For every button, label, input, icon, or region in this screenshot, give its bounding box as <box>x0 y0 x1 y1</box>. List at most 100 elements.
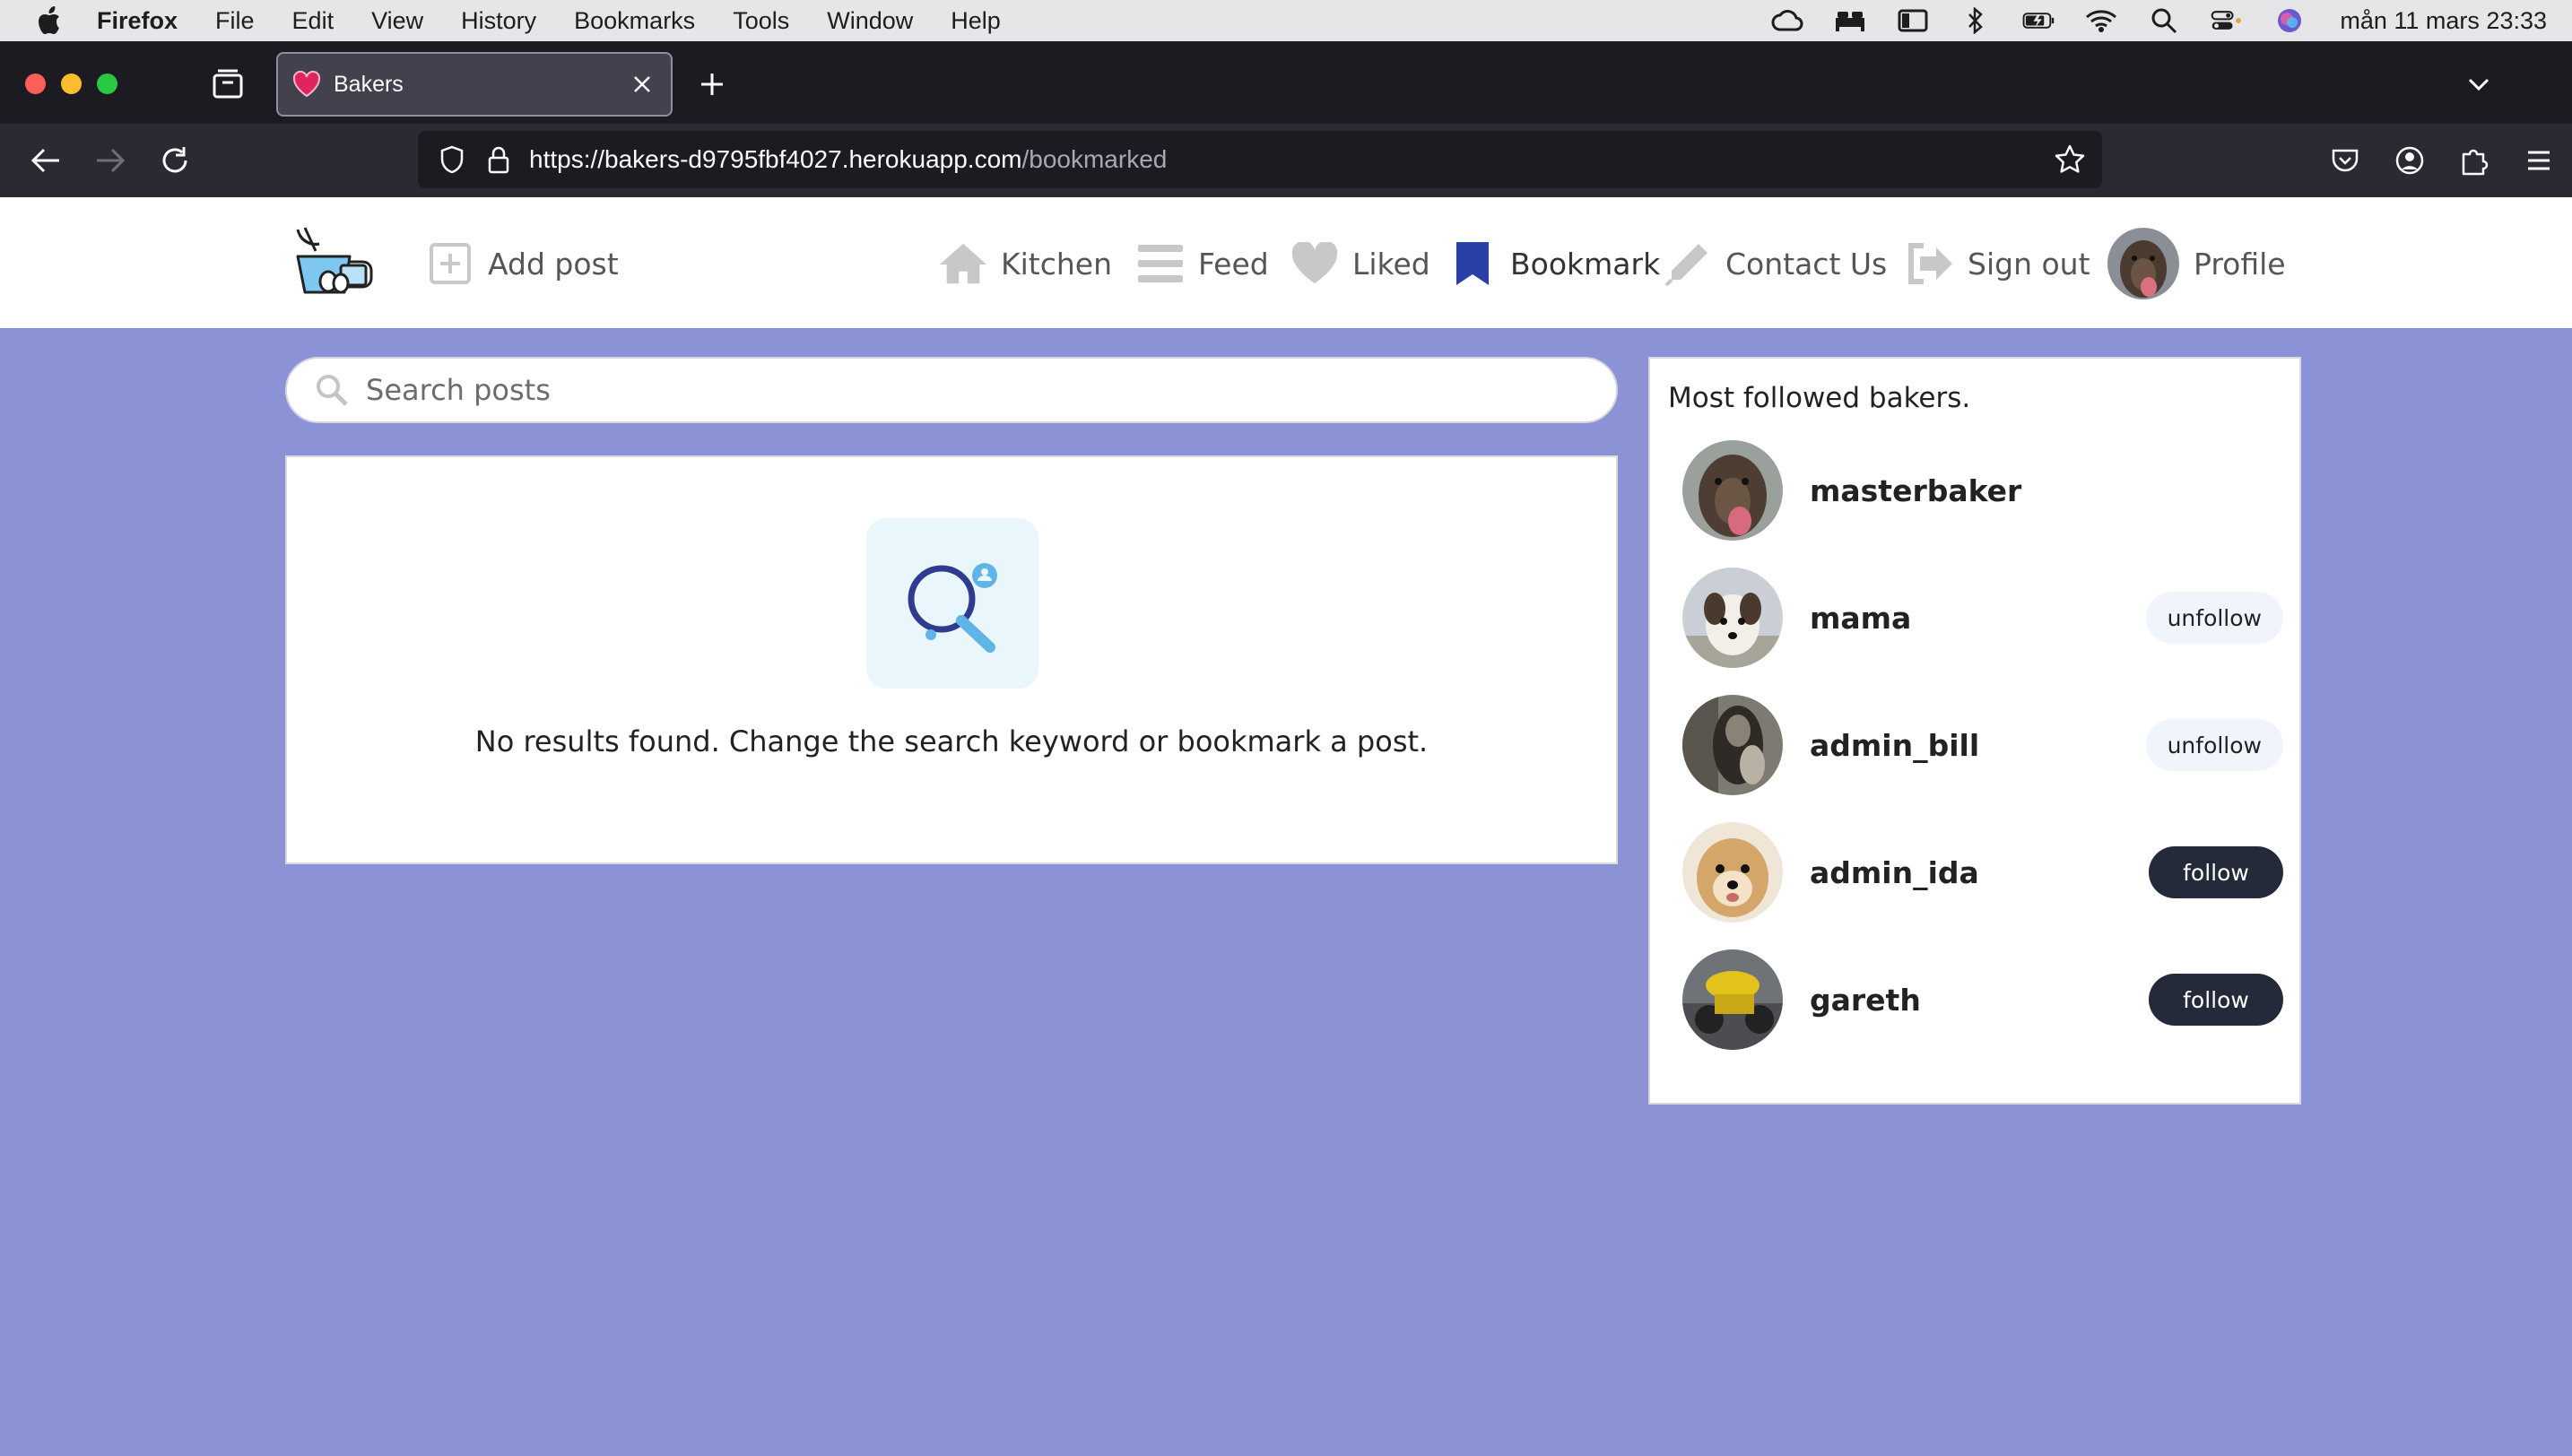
browser-toolbar: https://bakers-d9795fbf4027.herokuapp.co… <box>0 124 2572 197</box>
close-window-button[interactable] <box>25 74 46 94</box>
most-followed-sidebar: Most followed bakers. masterbaker mama u… <box>1648 357 2301 1105</box>
minimize-window-button[interactable] <box>61 74 82 94</box>
bookmark-star-icon[interactable] <box>2054 143 2086 176</box>
creative-cloud-icon[interactable] <box>1771 7 1803 34</box>
baker-item: masterbaker <box>1682 439 2283 542</box>
close-tab-icon[interactable] <box>626 68 658 100</box>
unfollow-button[interactable]: unfollow <box>2145 719 2283 771</box>
baker-item: admin_ida follow <box>1682 821 2283 923</box>
nav-contact-us[interactable]: Contact Us <box>1663 238 1887 289</box>
nav-feed-label: Feed <box>1198 246 1269 282</box>
nav-liked-label: Liked <box>1352 246 1430 282</box>
baker-name[interactable]: admin_ida <box>1810 855 1979 890</box>
new-tab-icon[interactable] <box>694 66 730 102</box>
nav-sign-out[interactable]: Sign out <box>1905 238 2090 289</box>
results-panel: No results found. Change the search keyw… <box>285 455 1618 864</box>
baker-avatar[interactable] <box>1682 949 1783 1050</box>
nav-kitchen[interactable]: Kitchen <box>938 238 1112 289</box>
baker-item: admin_bill unfollow <box>1682 694 2283 796</box>
unfollow-button[interactable]: unfollow <box>2145 592 2283 644</box>
nav-add-post[interactable]: Add post <box>425 238 619 289</box>
menu-window[interactable]: Window <box>827 7 913 35</box>
battery-icon[interactable] <box>2022 7 2055 34</box>
nav-bookmark[interactable]: Bookmark <box>1447 238 1660 289</box>
hamburger-menu-icon[interactable] <box>2518 140 2559 181</box>
sidebar-title: Most followed bakers. <box>1668 382 1971 414</box>
control-center-icon[interactable] <box>2211 7 2243 34</box>
baker-name[interactable]: mama <box>1810 601 1911 636</box>
account-icon[interactable] <box>2389 140 2430 181</box>
firefox-view-icon[interactable] <box>210 68 246 100</box>
macos-menu-bar: Firefox File Edit View History Bookmarks… <box>0 0 2572 41</box>
no-results-message: No results found. Change the search keyw… <box>474 724 1429 758</box>
site-navbar: Add post Kitchen Feed Liked Bookmark Con… <box>0 197 2572 328</box>
follow-button[interactable]: follow <box>2149 846 2283 898</box>
wifi-icon[interactable] <box>2085 7 2117 34</box>
search-input[interactable] <box>366 373 1532 407</box>
baker-name[interactable]: gareth <box>1810 983 1921 1018</box>
apple-icon[interactable] <box>36 5 66 36</box>
tracking-protection-shield-icon[interactable] <box>436 143 468 176</box>
search-bar[interactable] <box>285 357 1618 423</box>
menubar-clock[interactable]: mån 11 mars 23:33 <box>2340 7 2547 35</box>
nav-feed[interactable]: Feed <box>1135 238 1269 289</box>
nav-kitchen-label: Kitchen <box>1001 246 1113 282</box>
nav-profile[interactable]: Profile <box>2107 228 2286 299</box>
menu-file[interactable]: File <box>215 7 255 35</box>
baker-name[interactable]: masterbaker <box>1810 473 2021 508</box>
nav-profile-label: Profile <box>2194 246 2286 282</box>
sidebar-display-icon[interactable] <box>1897 7 1929 34</box>
lock-icon[interactable] <box>482 143 515 176</box>
forward-arrow-icon[interactable] <box>90 140 131 181</box>
baker-avatar[interactable] <box>1682 822 1783 923</box>
profile-avatar <box>2107 228 2179 299</box>
zoom-window-button[interactable] <box>97 74 117 94</box>
address-bar[interactable]: https://bakers-d9795fbf4027.herokuapp.co… <box>418 131 2102 188</box>
extensions-puzzle-icon[interactable] <box>2454 140 2495 181</box>
menu-help[interactable]: Help <box>951 7 1001 35</box>
menu-tools[interactable]: Tools <box>733 7 789 35</box>
menu-history[interactable]: History <box>461 7 536 35</box>
url-text[interactable]: https://bakers-d9795fbf4027.herokuapp.co… <box>529 145 1167 174</box>
page-viewport: Add post Kitchen Feed Liked Bookmark Con… <box>0 197 2572 1456</box>
feed-list-icon <box>1135 240 1186 287</box>
menu-view[interactable]: View <box>371 7 423 35</box>
url-host: https://bakers-d9795fbf4027.herokuapp.co… <box>529 145 1022 173</box>
search-icon <box>314 372 350 408</box>
baker-avatar[interactable] <box>1682 568 1783 668</box>
tab-bakers[interactable]: Bakers <box>276 52 673 117</box>
nav-bookmark-label: Bookmark <box>1510 246 1661 282</box>
baker-item: mama unfollow <box>1682 567 2283 669</box>
back-arrow-icon[interactable] <box>25 140 66 181</box>
baker-item: gareth follow <box>1682 949 2283 1051</box>
nav-add-post-label: Add post <box>488 246 619 282</box>
pocket-icon[interactable] <box>2324 140 2366 181</box>
baker-avatar[interactable] <box>1682 440 1783 541</box>
no-results-magnifier-icon <box>866 518 1038 689</box>
tab-title: Bakers <box>334 71 404 97</box>
baker-name[interactable]: admin_bill <box>1810 728 1979 763</box>
spotlight-search-icon[interactable] <box>2148 7 2180 34</box>
follow-button[interactable]: follow <box>2149 974 2283 1026</box>
url-path: /bookmarked <box>1021 145 1168 173</box>
home-icon <box>938 240 988 287</box>
heart-icon <box>1290 240 1340 287</box>
baker-avatar[interactable] <box>1682 695 1783 795</box>
pencil-icon <box>1663 240 1713 287</box>
sign-out-icon <box>1905 240 1955 287</box>
heart-favicon-icon <box>292 70 321 99</box>
list-all-tabs-icon[interactable] <box>2461 66 2497 102</box>
nav-contact-label: Contact Us <box>1725 246 1888 282</box>
nav-signout-label: Sign out <box>1968 246 2090 282</box>
menu-edit[interactable]: Edit <box>292 7 335 35</box>
menu-bookmarks[interactable]: Bookmarks <box>574 7 695 35</box>
siri-icon[interactable] <box>2273 7 2306 34</box>
bed-icon[interactable] <box>1834 7 1866 34</box>
bluetooth-icon[interactable] <box>1959 7 1992 34</box>
menu-app-firefox[interactable]: Firefox <box>97 7 178 35</box>
reload-icon[interactable] <box>154 140 196 181</box>
add-post-plus-icon <box>425 240 475 287</box>
bakers-logo-icon[interactable] <box>292 226 378 299</box>
nav-liked[interactable]: Liked <box>1290 238 1430 289</box>
bookmark-icon <box>1447 240 1498 287</box>
